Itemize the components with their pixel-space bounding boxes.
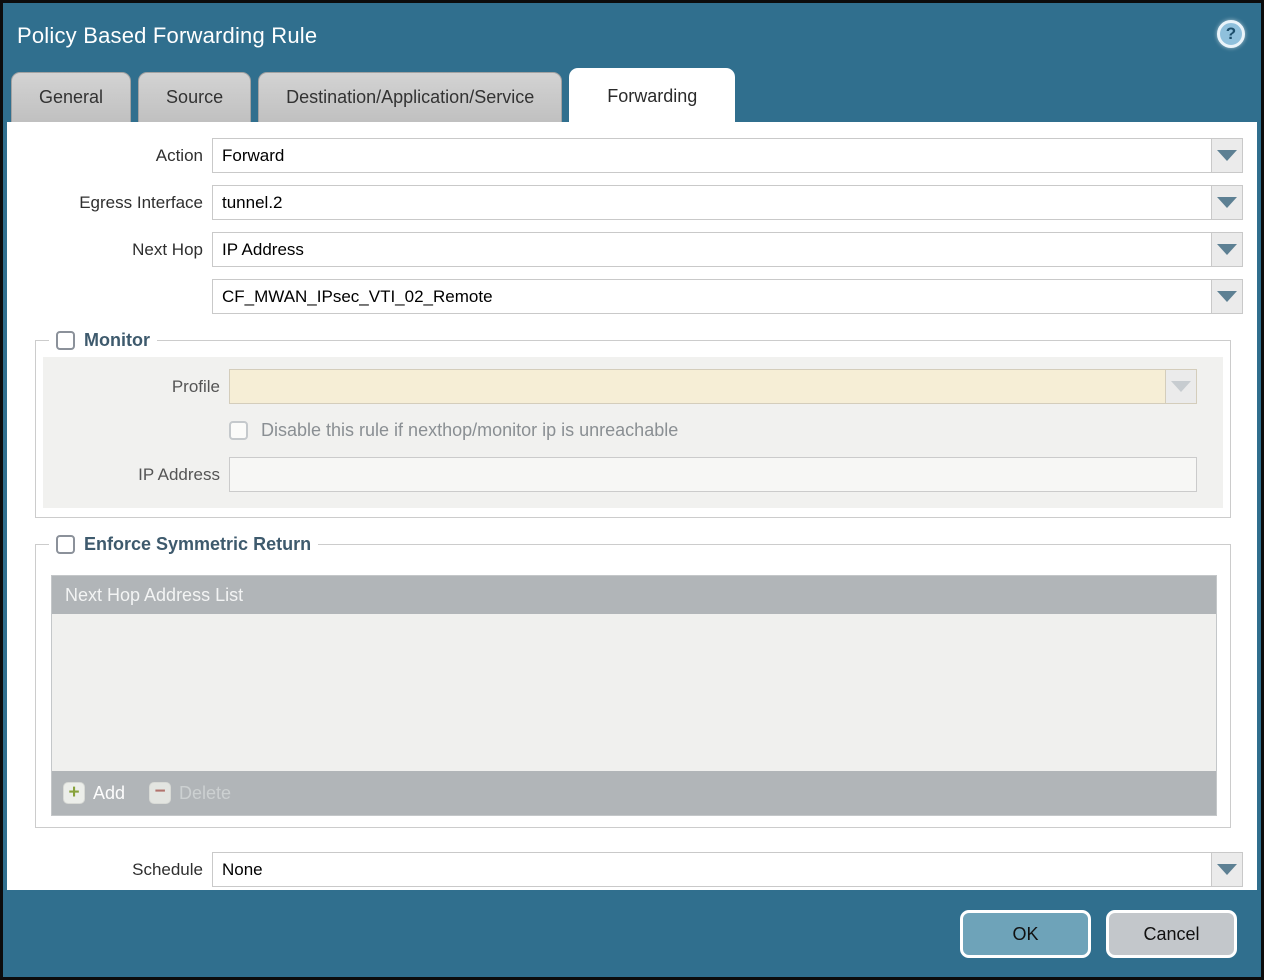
next-hop-address-table-header: Next Hop Address List <box>52 576 1216 614</box>
action-dropdown-button[interactable] <box>1211 139 1242 172</box>
dialog-title: Policy Based Forwarding Rule <box>17 23 317 49</box>
ok-button[interactable]: OK <box>960 910 1091 958</box>
dialog-footer: OK Cancel <box>3 890 1261 978</box>
disable-rule-check-row: Disable this rule if nexthop/monitor ip … <box>229 420 678 441</box>
schedule-value[interactable]: None <box>213 853 1211 886</box>
pbf-rule-dialog: Policy Based Forwarding Rule ? General S… <box>0 0 1264 980</box>
chevron-down-icon <box>1217 150 1237 161</box>
schedule-select[interactable]: None <box>212 852 1243 887</box>
delete-button-label: Delete <box>179 783 231 804</box>
next-hop-label: Next Hop <box>14 240 212 260</box>
action-value[interactable]: Forward <box>213 139 1211 172</box>
minus-icon: − <box>149 782 171 804</box>
chevron-down-icon <box>1217 864 1237 875</box>
monitor-panel: Profile Disable this rule if nexthop/mon… <box>43 357 1223 508</box>
add-button-label: Add <box>93 783 125 804</box>
tab-source[interactable]: Source <box>138 72 251 122</box>
next-hop-address-table-toolbar: + Add − Delete <box>52 771 1216 815</box>
monitor-ip-address-label: IP Address <box>43 465 229 485</box>
next-hop-address-dropdown-button[interactable] <box>1211 280 1242 313</box>
next-hop-type-dropdown-button[interactable] <box>1211 233 1242 266</box>
disable-rule-row: Disable this rule if nexthop/monitor ip … <box>43 420 1223 441</box>
monitor-legend: Monitor <box>49 330 157 351</box>
chevron-down-icon <box>1217 197 1237 208</box>
disable-rule-label: Disable this rule if nexthop/monitor ip … <box>261 420 678 441</box>
chevron-down-icon <box>1171 381 1191 392</box>
tab-forwarding[interactable]: Forwarding <box>569 68 735 122</box>
next-hop-type-select[interactable]: IP Address <box>212 232 1243 267</box>
symmetric-return-checkbox[interactable] <box>56 535 75 554</box>
next-hop-address-value[interactable]: CF_MWAN_IPsec_VTI_02_Remote <box>213 280 1211 313</box>
schedule-dropdown-button[interactable] <box>1211 853 1242 886</box>
next-hop-address-select[interactable]: CF_MWAN_IPsec_VTI_02_Remote <box>212 279 1243 314</box>
tab-destination-application-service[interactable]: Destination/Application/Service <box>258 72 562 122</box>
plus-icon: + <box>63 782 85 804</box>
add-button[interactable]: + Add <box>63 782 125 804</box>
tab-general[interactable]: General <box>11 72 131 122</box>
dialog-titlebar: Policy Based Forwarding Rule ? <box>3 3 1261 68</box>
monitor-ip-address-input <box>229 457 1197 492</box>
profile-label: Profile <box>43 377 229 397</box>
forwarding-tab-panel: Action Forward Egress Interface tunnel.2… <box>7 122 1257 890</box>
monitor-ip-address-row: IP Address <box>43 457 1223 492</box>
next-hop-row: Next Hop IP Address <box>14 232 1243 267</box>
egress-interface-label: Egress Interface <box>14 193 212 213</box>
tab-bar: General Source Destination/Application/S… <box>3 68 1261 122</box>
action-row: Action Forward <box>14 138 1243 173</box>
cancel-button[interactable]: Cancel <box>1106 910 1237 958</box>
next-hop-address-table: Next Hop Address List + Add − Delete <box>51 575 1217 816</box>
profile-select <box>229 369 1197 404</box>
profile-row: Profile <box>43 369 1223 404</box>
next-hop-type-value[interactable]: IP Address <box>213 233 1211 266</box>
monitor-checkbox[interactable] <box>56 331 75 350</box>
egress-interface-row: Egress Interface tunnel.2 <box>14 185 1243 220</box>
egress-interface-dropdown-button[interactable] <box>1211 186 1242 219</box>
schedule-row: Schedule None <box>14 852 1243 887</box>
action-label: Action <box>14 146 212 166</box>
schedule-label: Schedule <box>14 860 212 880</box>
next-hop-address-table-body <box>52 614 1216 771</box>
chevron-down-icon <box>1217 291 1237 302</box>
monitor-legend-label: Monitor <box>84 330 150 351</box>
egress-interface-value[interactable]: tunnel.2 <box>213 186 1211 219</box>
symmetric-return-legend-label: Enforce Symmetric Return <box>84 534 311 555</box>
profile-value <box>230 370 1165 403</box>
disable-rule-checkbox <box>229 421 248 440</box>
next-hop-address-row: CF_MWAN_IPsec_VTI_02_Remote <box>14 279 1243 314</box>
next-hop-address-column-header: Next Hop Address List <box>65 585 243 606</box>
symmetric-return-legend: Enforce Symmetric Return <box>49 534 318 555</box>
profile-dropdown-button <box>1165 370 1196 403</box>
help-glyph: ? <box>1226 24 1236 44</box>
egress-interface-select[interactable]: tunnel.2 <box>212 185 1243 220</box>
help-icon[interactable]: ? <box>1217 20 1245 48</box>
action-select[interactable]: Forward <box>212 138 1243 173</box>
chevron-down-icon <box>1217 244 1237 255</box>
monitor-fieldset: Monitor Profile Disable <box>35 330 1231 518</box>
symmetric-return-fieldset: Enforce Symmetric Return Next Hop Addres… <box>35 534 1231 828</box>
delete-button: − Delete <box>149 782 231 804</box>
